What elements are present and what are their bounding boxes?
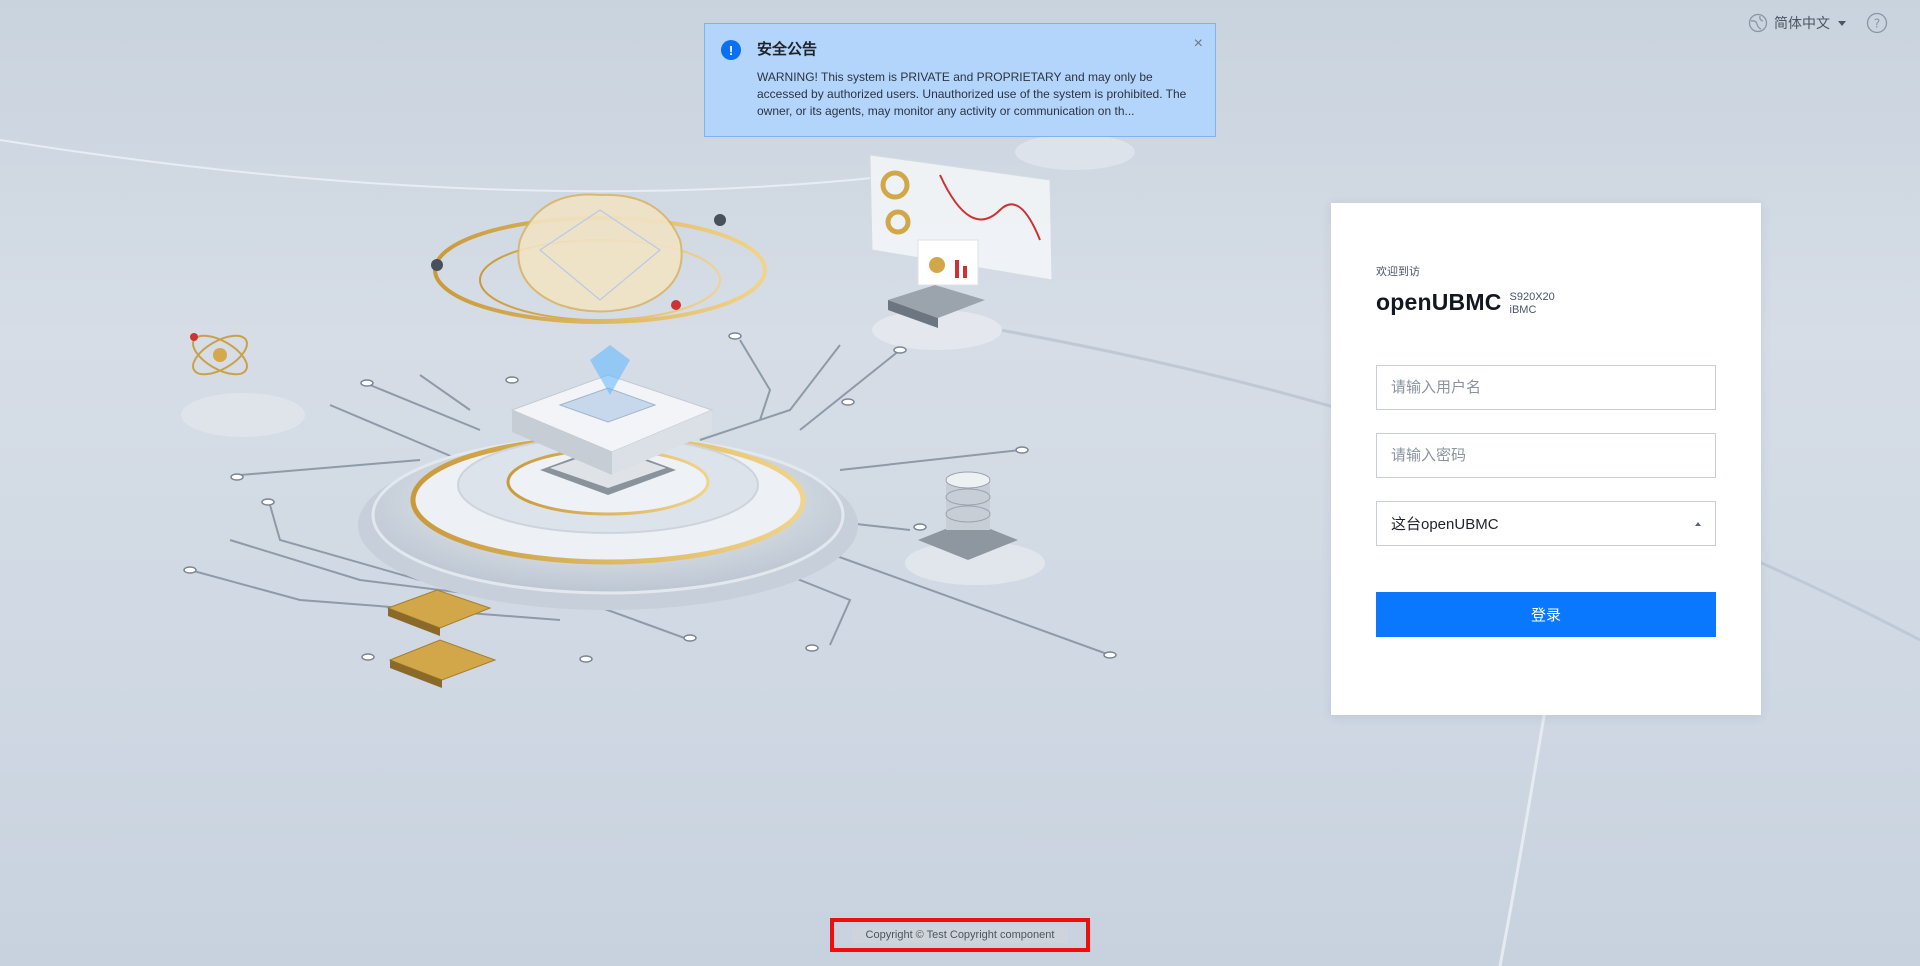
- password-field: [1376, 433, 1716, 478]
- username-field: [1376, 365, 1716, 410]
- top-bar: 简体中文 ?: [1748, 12, 1888, 34]
- copyright-text: Copyright © Test Copyright component: [851, 927, 1069, 943]
- password-input[interactable]: [1391, 447, 1701, 464]
- close-icon[interactable]: ×: [1194, 36, 1203, 52]
- help-button[interactable]: ?: [1866, 12, 1888, 34]
- chevron-up-icon: [1695, 521, 1701, 526]
- username-input[interactable]: [1391, 379, 1701, 396]
- svg-text:?: ?: [1874, 17, 1880, 31]
- product-label: iBMC: [1509, 304, 1537, 316]
- model-label: S920X20: [1509, 291, 1555, 303]
- brand-subtitle: S920X20 iBMC: [1510, 291, 1555, 317]
- notice-title: 安全公告: [757, 41, 818, 58]
- language-switcher[interactable]: 简体中文: [1748, 13, 1846, 33]
- domain-select-value: 这台openUBMC: [1391, 516, 1499, 533]
- welcome-text: 欢迎到访: [1376, 266, 1420, 278]
- globe-icon: [1748, 13, 1768, 33]
- question-icon: ?: [1866, 12, 1888, 34]
- login-button[interactable]: 登录: [1376, 592, 1716, 637]
- chevron-down-icon: [1838, 20, 1846, 26]
- domain-select[interactable]: 这台openUBMC: [1376, 501, 1716, 546]
- info-icon: !: [721, 40, 741, 60]
- language-label: 简体中文: [1774, 15, 1830, 31]
- brand-name: openUBMC: [1376, 289, 1502, 315]
- brand-block: openUBMC S920X20 iBMC: [1376, 289, 1716, 317]
- copyright-highlight: Copyright © Test Copyright component: [830, 918, 1090, 952]
- login-card: 欢迎到访 openUBMC S920X20 iBMC 这台openUBMC 登录: [1331, 203, 1761, 715]
- notice-body: WARNING! This system is PRIVATE and PROP…: [757, 70, 1187, 118]
- security-notice: ! 安全公告 WARNING! This system is PRIVATE a…: [704, 23, 1216, 137]
